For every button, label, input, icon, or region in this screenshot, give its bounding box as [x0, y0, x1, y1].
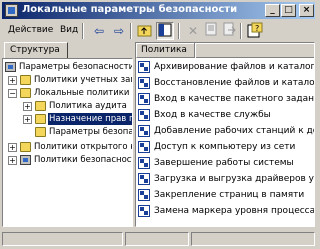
tree-node-label-selected: Назначение прав пользователя [48, 113, 132, 125]
status-panel [2, 232, 123, 246]
list-item-label: Архивирование файлов и каталогов [154, 62, 315, 72]
policy-icon [138, 125, 150, 137]
expand-icon[interactable]: + [23, 102, 32, 111]
tree-node-label: Параметры безопасности [19, 62, 133, 72]
tree-node-security-settings-root[interactable]: Параметры безопасности [5, 61, 133, 73]
open-folder-icon [35, 114, 46, 124]
help-icon[interactable]: ? [246, 22, 264, 40]
tree-node-local-policies[interactable]: − Локальные политики [5, 87, 132, 99]
policy-icon [138, 77, 150, 89]
title-bar[interactable]: Локальные параметры безопасности _ □ × [2, 2, 315, 19]
policy-icon [138, 93, 150, 105]
expand-icon[interactable]: + [8, 143, 17, 152]
tree-node-ip-security-policies[interactable]: + Политики безопасности IP [5, 154, 132, 166]
list-item-label: Доступ к компьютеру из сети [154, 142, 296, 152]
list-item[interactable]: Замена маркера уровня процесса [136, 204, 315, 218]
computer-icon [20, 155, 31, 165]
list-item-label: Вход в качестве службы [154, 110, 271, 120]
list-item-label: Закрепление страниц в памяти [154, 190, 305, 200]
mmc-window: Локальные параметры безопасности _ □ × Д… [0, 0, 317, 249]
computer-icon [5, 62, 16, 72]
policy-icon [138, 141, 150, 153]
toolbar-separator [240, 23, 242, 39]
list-item-label: Вход в качестве пакетного задания [154, 94, 315, 104]
open-folder-icon [20, 88, 31, 98]
app-icon[interactable] [5, 4, 18, 17]
close-button[interactable]: × [299, 4, 314, 17]
folder-icon [20, 142, 31, 152]
toolbar-separator [82, 23, 84, 39]
policy-icon [138, 109, 150, 121]
tree-node-label: Политики открытого ключа [34, 142, 132, 152]
expand-icon[interactable]: + [23, 115, 32, 124]
folder-icon [35, 101, 46, 111]
column-header-policy[interactable]: Политика [136, 43, 314, 58]
list-item[interactable]: Восстановление файлов и каталогов [136, 76, 315, 90]
status-panel [191, 232, 315, 246]
tree-node-account-policies[interactable]: + Политики учетных записей [5, 74, 132, 86]
list-item-label: Завершение работы системы [154, 158, 294, 168]
list-item[interactable]: Архивирование файлов и каталогов [136, 60, 315, 74]
toolbar-separator [178, 23, 180, 39]
tree-node-security-options[interactable]: Параметры безопасности [5, 126, 133, 138]
delete-icon[interactable]: ✕ [184, 22, 202, 40]
menu-toolbar-row: Действие Вид ⇦ ⇨ ✕ ? [2, 21, 315, 41]
back-arrow-icon[interactable]: ⇦ [90, 22, 108, 40]
maximize-button[interactable]: □ [281, 4, 296, 17]
window-title: Локальные параметры безопасности [22, 4, 238, 15]
list-item[interactable]: Вход в качестве пакетного задания [136, 92, 315, 106]
console-tree-pane: Структура Параметры безопасности + Полит… [2, 42, 133, 227]
tree-node-user-rights-assignment[interactable]: + Назначение прав пользователя [5, 113, 132, 125]
list-item-label: Восстановление файлов и каталогов [154, 78, 315, 88]
tree-node-label: Локальные политики [34, 88, 130, 98]
tree-node-label: Политика аудита [49, 101, 127, 111]
tree-node-label: Параметры безопасности [49, 127, 133, 137]
show-hide-console-tree-icon[interactable] [156, 22, 174, 40]
policy-list-pane[interactable]: Политика Архивирование файлов и каталого… [135, 42, 315, 227]
tab-structure[interactable]: Структура [4, 42, 68, 58]
column-header-label: Политика [141, 45, 187, 55]
menu-action[interactable]: Действие [8, 25, 53, 35]
menu-view[interactable]: Вид [60, 25, 78, 35]
properties-icon[interactable] [202, 22, 220, 40]
tree-node-public-key-policies[interactable]: + Политики открытого ключа [5, 141, 132, 153]
minimize-button[interactable]: _ [265, 4, 280, 17]
up-level-icon[interactable] [136, 22, 154, 40]
folder-icon [20, 75, 31, 85]
list-item-label: Загрузка и выгрузка драйверов устройств [154, 174, 314, 184]
list-item[interactable]: Закрепление страниц в памяти [136, 188, 314, 202]
collapse-icon[interactable]: − [8, 89, 17, 98]
expand-icon[interactable]: + [8, 156, 17, 165]
policy-icon [138, 61, 150, 73]
policy-icon [138, 205, 150, 217]
list-item[interactable]: Вход в качестве службы [136, 108, 314, 122]
list-item-label: Замена маркера уровня процесса [154, 206, 315, 216]
list-item-label: Добавление рабочих станций к домену [154, 126, 314, 136]
toolbar-separator [130, 23, 132, 39]
forward-arrow-icon[interactable]: ⇨ [110, 22, 128, 40]
svg-text:?: ? [255, 24, 259, 33]
status-bar [2, 230, 315, 247]
list-item[interactable]: Загрузка и выгрузка драйверов устройств [136, 172, 314, 186]
export-list-icon[interactable] [220, 22, 238, 40]
list-item[interactable]: Добавление рабочих станций к домену [136, 124, 314, 138]
status-panel [125, 232, 189, 246]
policy-icon [138, 173, 150, 185]
console-tree[interactable]: Параметры безопасности + Политики учетны… [2, 58, 133, 227]
list-item[interactable]: Завершение работы системы [136, 156, 314, 170]
folder-icon [35, 127, 46, 137]
policy-icon [138, 189, 150, 201]
tree-node-audit-policy[interactable]: + Политика аудита [5, 100, 132, 112]
column-resize-handle[interactable] [194, 43, 196, 58]
tree-node-label: Политики безопасности IP [34, 155, 132, 165]
tree-node-label: Политики учетных записей [34, 75, 132, 85]
list-item[interactable]: Доступ к компьютеру из сети [136, 140, 314, 154]
expand-icon[interactable]: + [8, 76, 17, 85]
policy-icon [138, 157, 150, 169]
